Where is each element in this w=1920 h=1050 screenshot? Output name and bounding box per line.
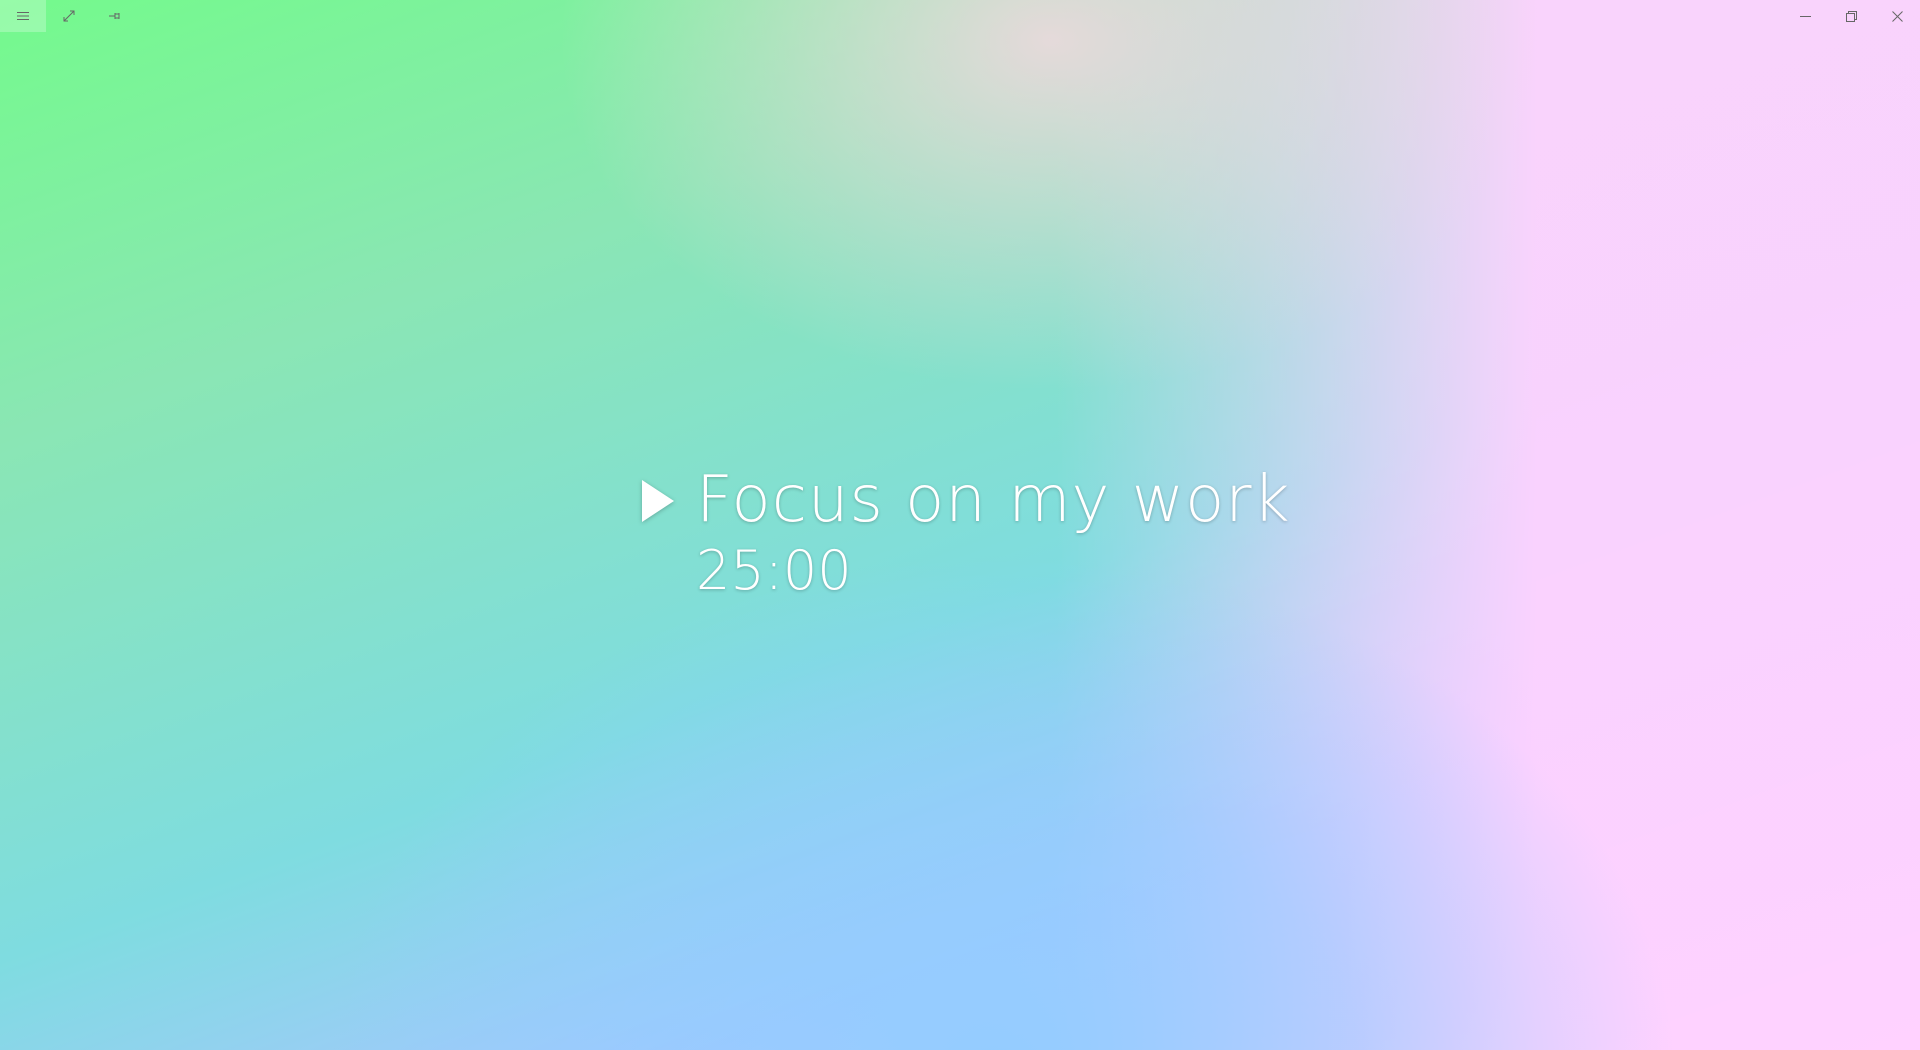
minimize-icon <box>1799 15 1811 17</box>
expand-button[interactable] <box>46 0 92 32</box>
app-window: Focus on my work 25:00 <box>0 0 1920 1050</box>
pin-button[interactable] <box>92 0 138 32</box>
restore-button[interactable] <box>1828 0 1874 32</box>
hamburger-menu-icon <box>17 12 29 20</box>
timer-panel: Focus on my work 25:00 <box>638 460 1291 604</box>
minimize-button[interactable] <box>1782 0 1828 32</box>
menu-button[interactable] <box>0 0 46 32</box>
close-button[interactable] <box>1874 0 1920 32</box>
title-bar <box>0 0 1920 32</box>
play-icon[interactable] <box>638 476 678 526</box>
task-title[interactable]: Focus on my work <box>696 460 1291 540</box>
time-remaining: 25:00 <box>696 539 852 602</box>
expand-diagonal-icon <box>63 10 75 22</box>
pin-icon <box>109 13 120 19</box>
close-icon <box>1891 10 1903 22</box>
restore-icon <box>1845 10 1857 22</box>
timer-text: Focus on my work 25:00 <box>696 460 1291 604</box>
